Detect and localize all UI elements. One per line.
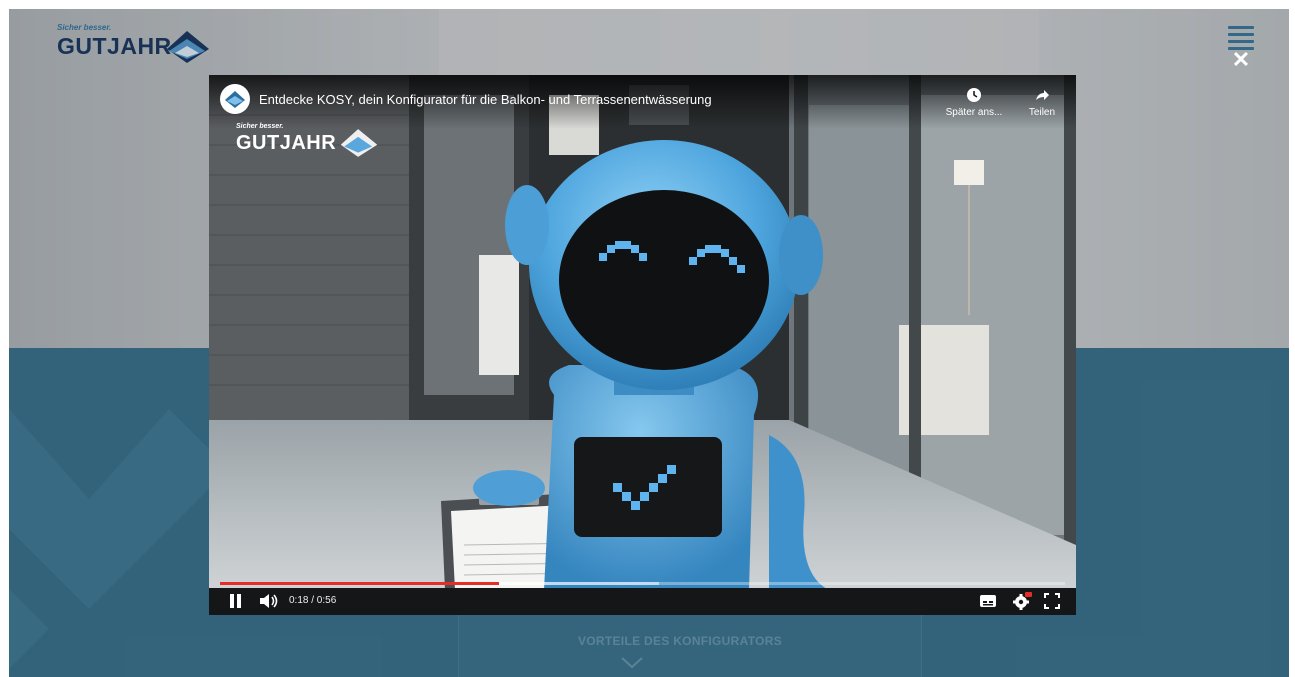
volume-icon[interactable] — [259, 593, 279, 609]
progress-bar[interactable] — [220, 582, 1065, 585]
video-title[interactable]: Entdecke KOSY, dein Konfigurator für die… — [259, 92, 712, 107]
channel-avatar[interactable] — [220, 84, 250, 114]
video-player[interactable]: GUTJAHR — [209, 75, 1076, 615]
channel-logo-icon — [225, 91, 245, 108]
watch-later-label: Später ans... — [945, 107, 1003, 118]
subtitles-icon[interactable] — [979, 594, 997, 608]
clock-icon — [967, 88, 981, 102]
watermark-tagline: Sicher besser. — [236, 123, 284, 130]
share-label: Teilen — [1028, 107, 1056, 118]
video-watermark: Sicher besser. GUTJAHR — [236, 123, 386, 167]
progress-played — [220, 582, 499, 585]
watermark-wordmark: GUTJAHR — [236, 132, 337, 154]
pause-icon[interactable] — [229, 594, 243, 608]
settings-gear-icon[interactable] — [1012, 592, 1032, 610]
watermark-roof-icon — [340, 129, 378, 157]
close-icon[interactable]: ✕ — [1231, 49, 1251, 71]
fullscreen-icon[interactable] — [1044, 593, 1060, 609]
player-controls: 0:18 / 0:56 — [209, 588, 1076, 615]
share-button[interactable]: Teilen — [1017, 87, 1067, 118]
share-arrow-icon — [1036, 90, 1049, 100]
watch-later-button[interactable]: Später ans... — [939, 87, 1009, 118]
time-display: 0:18 / 0:56 — [289, 595, 337, 606]
